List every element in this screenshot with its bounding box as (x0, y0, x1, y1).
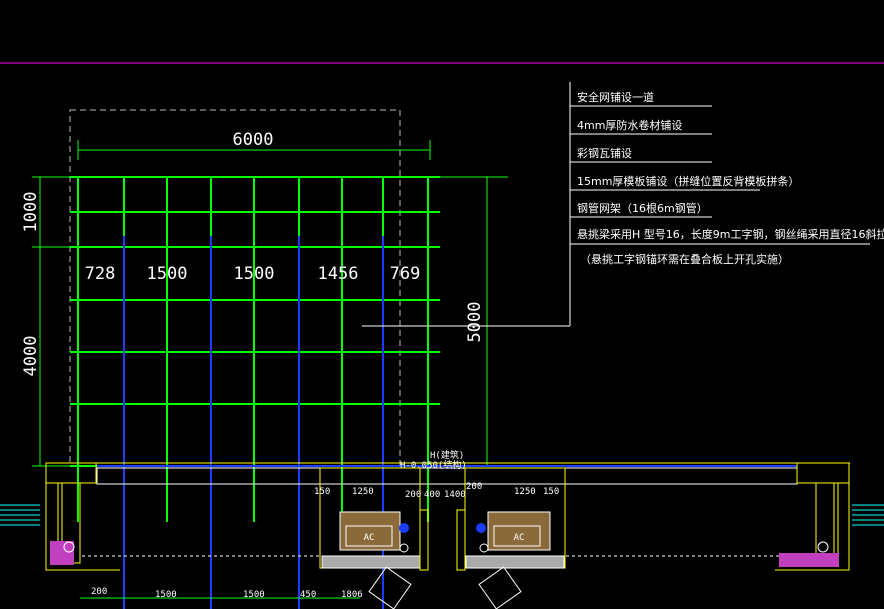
right-hatch (852, 504, 884, 526)
sec-dim: 1250 (352, 487, 374, 497)
span-label: 1500 (234, 264, 275, 284)
left-column (50, 541, 74, 565)
note-anchor: （悬挑工字钢锚环需在叠合板上开孔实施） (580, 252, 789, 266)
drawing-svg: 6000 1000 4000 5000 728 1500 1500 1456 7… (0, 62, 884, 609)
sec-dim: 1250 (514, 487, 536, 497)
dim-left-upper: 1000 (21, 192, 41, 233)
dim-right-height: 5000 (465, 302, 485, 343)
cad-drawing-canvas: 6000 1000 4000 5000 728 1500 1500 1456 7… (0, 0, 884, 609)
note-waterproof: 4mm厚防水卷材铺设 (577, 118, 682, 132)
dim-top-width: 6000 (233, 130, 274, 150)
sec-dim: 1400 (444, 490, 466, 500)
bottom-dim: 200 (91, 587, 107, 597)
span-label: 1456 (318, 264, 359, 284)
right-column (779, 553, 839, 567)
right-anchor (817, 541, 829, 553)
sec-dim: 150 (314, 487, 330, 497)
note-steel-tile: 彩钢瓦铺设 (577, 147, 632, 160)
sec-dim: 200 (405, 490, 421, 500)
left-hatch (0, 504, 40, 526)
center-column (419, 509, 429, 571)
bottom-dim: 1500 (155, 590, 177, 600)
ac-left-label: AC (364, 533, 375, 543)
sec-dim: 150 (543, 487, 559, 497)
note-formwork: 15mm厚模板铺设（拼缝位置反背模板拼条） (577, 174, 799, 188)
steel-grid (70, 176, 440, 522)
note-safety-net: 安全网铺设一道 (577, 90, 654, 104)
span-label: 728 (85, 264, 116, 284)
ac-right-label: AC (514, 533, 525, 543)
span-label: 769 (390, 264, 421, 284)
sec-dim: 200 (466, 482, 482, 492)
hatch-box (368, 566, 412, 609)
dim-left-lower: 4000 (21, 336, 41, 377)
elev-arch: H(建筑) (430, 449, 464, 461)
hatch-box (478, 566, 522, 609)
span-label: 1500 (147, 264, 188, 284)
note-cantilever: 悬挑梁采用H 型号16，长度9m工字钢，钢丝绳采用直径16斜拉 (577, 227, 884, 241)
bottom-dim: 1500 (243, 590, 265, 600)
note-pipe-grid: 钢管网架（16根6m钢管） (577, 201, 708, 215)
bottom-dim: 1806 (341, 590, 363, 600)
dashed-outline (69, 109, 401, 467)
ac-left-unit (319, 467, 421, 569)
elev-struct: H-0.050(结构) (400, 459, 467, 471)
bottom-dim: 450 (300, 590, 316, 600)
sec-dim: 400 (424, 490, 440, 500)
center-column (456, 509, 466, 571)
